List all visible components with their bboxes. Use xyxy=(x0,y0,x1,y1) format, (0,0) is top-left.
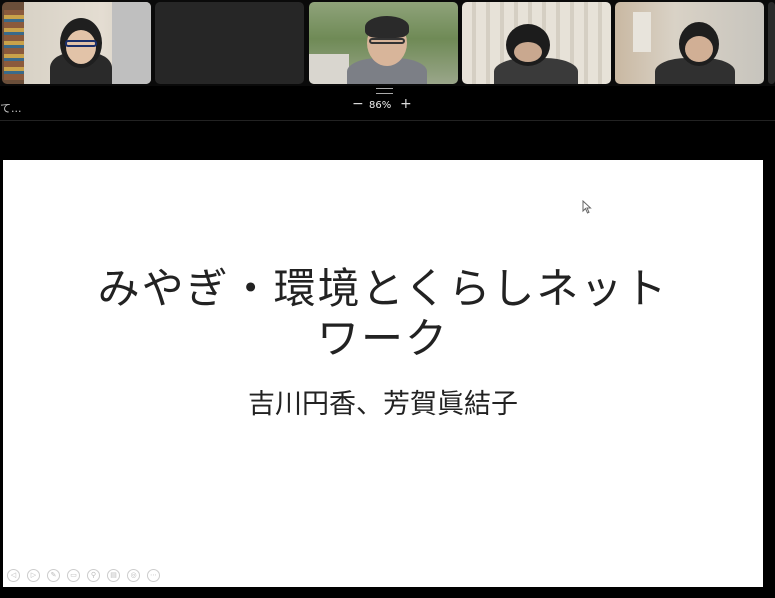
pointer-icon[interactable]: ◎ xyxy=(127,569,140,582)
video-gallery xyxy=(0,0,775,86)
participant-tile-2[interactable] xyxy=(155,2,304,84)
slide-subtitle: 吉川円香、芳賀眞結子 xyxy=(248,389,518,420)
zoom-icon[interactable]: ⚲ xyxy=(87,569,100,582)
mouse-cursor-icon xyxy=(582,200,592,214)
pen-icon[interactable]: ✎ xyxy=(47,569,60,582)
previous-icon[interactable]: ◁ xyxy=(7,569,20,582)
toolbar-divider xyxy=(0,120,775,121)
slide-annotation-tools: ◁ ▷ ✎ ▭ ⚲ ▤ ◎ ⋯ xyxy=(7,569,160,583)
slide-title: みやぎ・環境とくらしネット ワーク xyxy=(3,264,763,364)
screen-icon[interactable]: ▭ xyxy=(67,569,80,582)
slide-title-line-1: みやぎ・環境とくらしネット xyxy=(97,264,669,313)
participant-tile-4[interactable] xyxy=(462,2,611,84)
shared-slide: みやぎ・環境とくらしネット ワーク 吉川円香、芳賀眞結子 ◁ ▷ ✎ ▭ ⚲ ▤… xyxy=(3,160,763,587)
zoom-in-button[interactable]: + xyxy=(400,97,412,111)
next-icon[interactable]: ▷ xyxy=(27,569,40,582)
more-icon[interactable]: ⋯ xyxy=(147,569,160,582)
zoom-toolbar: て... − 86% + xyxy=(0,94,775,118)
participant-tile-3[interactable] xyxy=(309,2,458,84)
zoom-level-text: 86% xyxy=(369,100,392,111)
slide-title-line-2: ワーク xyxy=(316,314,449,363)
participant-tile-1[interactable] xyxy=(2,2,151,84)
participant-tile-6-partial[interactable] xyxy=(768,2,775,84)
zoom-out-button[interactable]: − xyxy=(352,97,364,111)
presenter-name-truncated: て... xyxy=(0,102,22,115)
participant-tile-5[interactable] xyxy=(615,2,764,84)
grid-icon[interactable]: ▤ xyxy=(107,569,120,582)
